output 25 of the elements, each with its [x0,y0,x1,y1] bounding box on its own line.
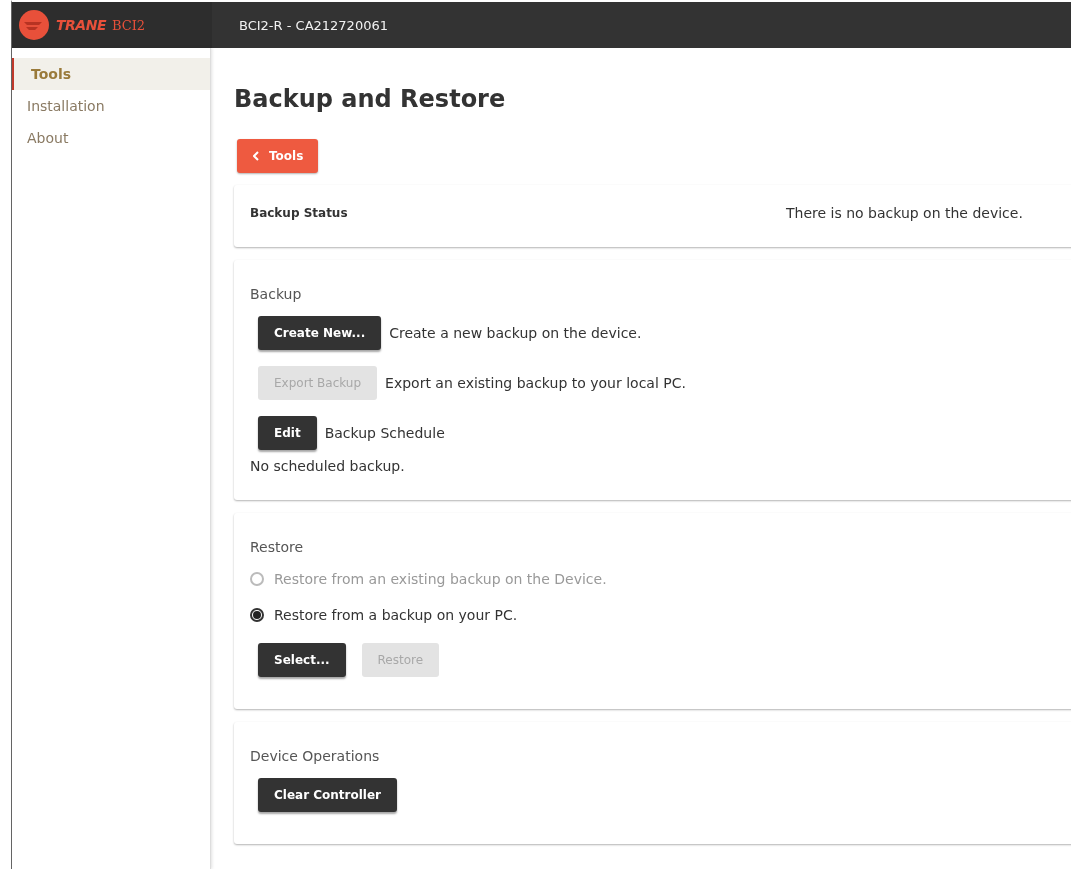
chevron-left-icon [253,151,259,161]
action-description: Backup Schedule [324,425,445,441]
logo-icon [18,9,50,41]
radio-button[interactable] [250,608,264,622]
device-title: BCI2-R - CA212720061 [239,17,388,33]
radio-option[interactable]: Restore from a backup on your PC. [250,607,1065,623]
status-message: There is no backup on the device. [786,205,1023,221]
action-button[interactable]: Edit [258,416,317,450]
action-description: Create a new backup on the device. [389,325,642,341]
page-title: Backup and Restore [234,85,507,113]
section-heading: Restore [250,539,305,555]
sidebar-item[interactable]: About [12,122,210,154]
sidebar-item[interactable]: Tools [12,58,210,90]
section-heading: Device Operations [250,748,381,764]
action-description: Export an existing backup to your local PC. [385,375,686,391]
action-button[interactable]: Select... [258,643,346,677]
status-label: Backup Status [250,206,349,220]
schedule-note: No scheduled backup. [250,458,406,474]
action-button[interactable]: Create New... [258,316,382,350]
action-button[interactable]: Clear Controller [258,778,398,812]
section-heading: Backup [250,286,303,302]
back-button[interactable]: Tools [237,139,319,173]
brand-name: TRANE [56,17,106,33]
product-name: BCI2 [111,17,146,33]
sidebar-item[interactable]: Installation [12,90,210,122]
